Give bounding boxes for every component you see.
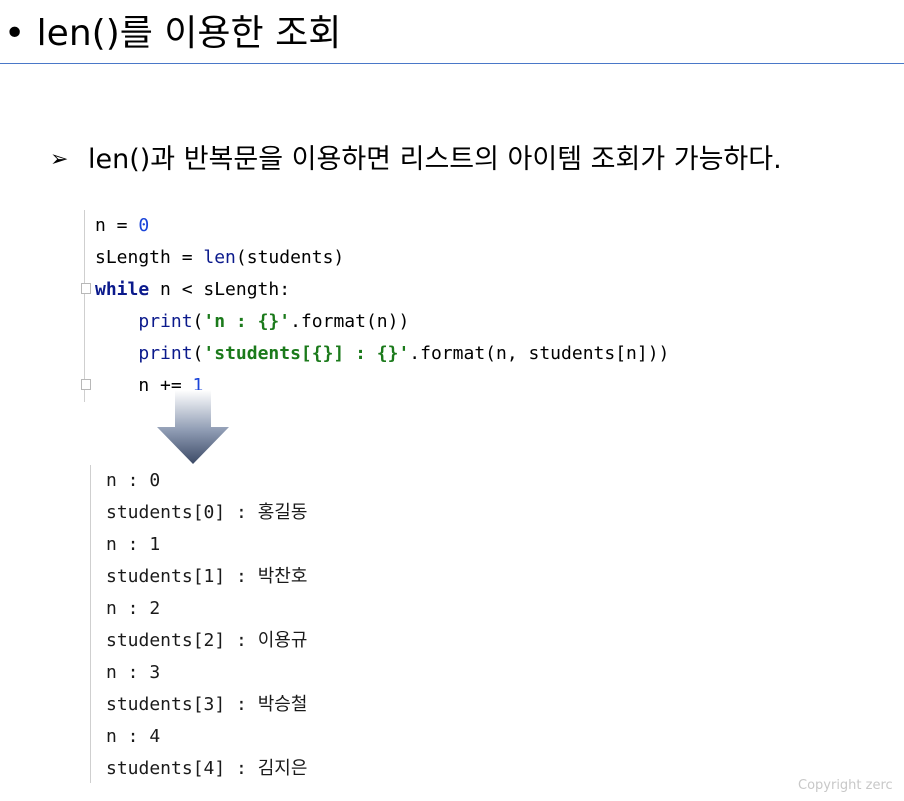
slide-title: • len()를 이용한 조회: [4, 13, 342, 54]
output-line: n : 3: [106, 662, 161, 683]
output-line: n : 0: [106, 470, 161, 491]
fold-marker-icon[interactable]: [81, 379, 91, 390]
output-line: n : 4: [106, 726, 161, 747]
output-line: students[0] : 홍길동: [106, 502, 308, 523]
output-line: n : 1: [106, 534, 161, 555]
code-line: print('n : {}'.format(n)): [138, 311, 410, 332]
output-line: students[2] : 이용규: [106, 630, 308, 651]
code-line: n = 0: [95, 215, 150, 236]
code-line: print('students[{}] : {}'.format(n, stud…: [138, 343, 670, 364]
bullet-arrow-icon: ➢: [50, 147, 69, 172]
output-line: students[3] : 박승철: [106, 694, 308, 715]
sub-bullet-text: len()과 반복문을 이용하면 리스트의 아이템 조회가 가능하다.: [88, 144, 782, 175]
output-line: students[1] : 박찬호: [106, 566, 308, 587]
code-block: n = 0 sLength = len(students) while n < …: [81, 210, 745, 402]
title-divider: [0, 63, 904, 64]
output-line: students[4] : 김지은: [106, 758, 308, 779]
code-line: while n < sLength:: [95, 279, 291, 300]
console-output: n : 0 students[0] : 홍길동 n : 1 students[1] :…: [90, 465, 591, 783]
output-line: n : 2: [106, 598, 161, 619]
fold-marker-icon[interactable]: [81, 283, 91, 294]
code-line: sLength = len(students): [95, 247, 345, 268]
down-arrow-icon: [157, 390, 229, 464]
copyright-text: Copyright zerc: [798, 778, 893, 793]
sub-bullet: ➢ len()과 반복문을 이용하면 리스트의 아이템 조회가 가능하다.: [50, 140, 782, 180]
